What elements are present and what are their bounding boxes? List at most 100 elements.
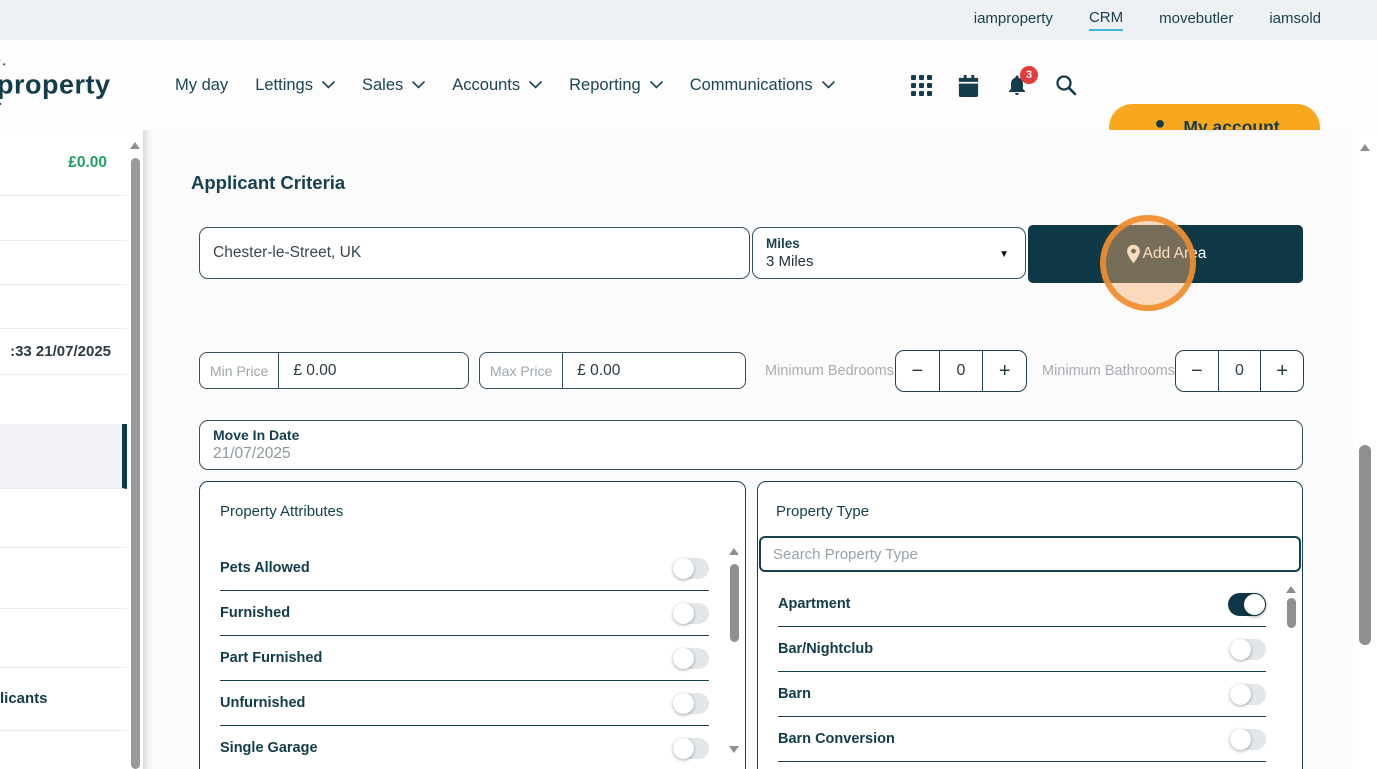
attribute-label: Pets Allowed xyxy=(220,560,310,576)
move-in-date-field[interactable]: Move In Date 21/07/2025 xyxy=(199,420,1303,470)
nav-item-communications[interactable]: Communications xyxy=(690,76,835,95)
sidebar-row[interactable] xyxy=(0,730,127,769)
chevron-down-icon xyxy=(529,81,542,89)
property-type-label: Bar/Nightclub xyxy=(778,641,874,657)
nav-item-label: Lettings xyxy=(255,75,313,94)
sidebar-row[interactable] xyxy=(0,240,127,285)
nav-item-my-day[interactable]: My day xyxy=(175,76,228,95)
map-pin-icon xyxy=(1125,244,1142,264)
scroll-up-arrow-icon[interactable] xyxy=(729,548,739,555)
property-type-row-bar-nightclub: Bar/Nightclub xyxy=(778,627,1266,672)
radius-select[interactable]: Miles 3 Miles ▼ xyxy=(752,227,1026,279)
product-link-movebutler[interactable]: movebutler xyxy=(1159,10,1233,30)
product-link-iamsold[interactable]: iamsold xyxy=(1269,10,1321,30)
primary-menu: My day Lettings Sales Accounts Reporting… xyxy=(175,40,835,130)
min-price-field[interactable]: Min Price £ 0.00 xyxy=(199,352,469,389)
property-type-row-barn: Barn xyxy=(778,672,1266,717)
property-type-row-barn-conversion: Barn Conversion xyxy=(778,717,1266,762)
notifications-bell-icon[interactable]: 3 xyxy=(1005,66,1038,97)
chevron-down-icon xyxy=(412,81,426,89)
balance-value: £0.00 xyxy=(68,153,107,171)
sidebar-timestamp-row[interactable]: :33 21/07/2025 xyxy=(0,328,127,375)
apps-grid-icon[interactable] xyxy=(911,74,932,96)
attributes-scroll-thumb[interactable] xyxy=(730,564,739,642)
decrement-button[interactable]: − xyxy=(1176,351,1218,391)
nav-item-sales[interactable]: Sales xyxy=(361,75,426,95)
increment-button[interactable]: + xyxy=(1261,351,1303,391)
attributes-scrollbar[interactable] xyxy=(727,548,741,760)
sidebar-row[interactable] xyxy=(0,284,127,329)
sidebar-applicants-row[interactable]: licants xyxy=(0,667,127,731)
toggle-switch[interactable] xyxy=(673,647,709,669)
toggle-switch[interactable] xyxy=(1230,728,1266,750)
radius-value: 3 Miles xyxy=(766,253,814,270)
attribute-row-single-garage: Single Garage xyxy=(220,726,709,769)
toggle-knob xyxy=(673,602,694,624)
sidebar-row[interactable] xyxy=(0,488,127,548)
scroll-down-arrow-icon[interactable] xyxy=(729,746,739,753)
product-link-iamproperty[interactable]: iamproperty xyxy=(974,10,1053,30)
nav-item-label: Accounts xyxy=(452,75,521,94)
toggle-knob xyxy=(673,737,694,759)
max-price-field[interactable]: Max Price £ 0.00 xyxy=(479,352,746,389)
decrement-button[interactable]: − xyxy=(896,351,939,391)
min-bedrooms-value: 0 xyxy=(938,351,984,391)
scroll-up-arrow-icon[interactable] xyxy=(130,142,140,149)
crm-screen: iamproperty CRM movebutler iamsold ··· p… xyxy=(0,0,1377,769)
page-scroll-thumb[interactable] xyxy=(1359,445,1371,645)
sidebar-row[interactable] xyxy=(0,195,127,241)
search-icon[interactable] xyxy=(1054,73,1078,97)
move-in-date-label: Move In Date xyxy=(213,427,300,443)
sidebar-row[interactable] xyxy=(0,547,127,609)
add-area-button[interactable]: Add Area xyxy=(1028,225,1303,283)
attribute-row-unfurnished: Unfurnished xyxy=(220,681,709,726)
property-type-panel: Property Type Apartment Bar/Nightclub Ba… xyxy=(757,481,1303,769)
max-price-label: Max Price xyxy=(480,353,564,388)
property-type-search-input[interactable] xyxy=(759,536,1301,572)
nav-item-lettings[interactable]: Lettings xyxy=(255,76,335,95)
timestamp-value: :33 21/07/2025 xyxy=(10,342,111,360)
location-input[interactable] xyxy=(199,227,750,279)
product-link-crm[interactable]: CRM xyxy=(1088,9,1124,31)
sidebar-row[interactable] xyxy=(0,608,127,668)
min-bedrooms-label: Minimum Bedrooms xyxy=(765,362,894,379)
calendar-icon[interactable] xyxy=(957,74,980,97)
toggle-switch[interactable] xyxy=(1228,592,1266,616)
toggle-knob xyxy=(1230,728,1251,750)
nav-item-label: Communications xyxy=(689,75,813,94)
property-attributes-title: Property Attributes xyxy=(220,503,344,520)
toggle-switch[interactable] xyxy=(673,692,709,714)
nav-item-label: Sales xyxy=(361,75,404,94)
page-scrollbar[interactable] xyxy=(1353,130,1377,769)
scroll-up-arrow-icon[interactable] xyxy=(1360,144,1370,151)
toggle-knob xyxy=(1230,683,1251,705)
increment-button[interactable]: + xyxy=(983,351,1026,391)
property-type-scroll-thumb[interactable] xyxy=(1287,598,1296,628)
sidebar-row[interactable] xyxy=(0,374,127,425)
radius-label: Miles xyxy=(766,236,800,251)
toggle-switch[interactable] xyxy=(673,602,709,624)
toggle-switch[interactable] xyxy=(673,737,709,759)
property-type-scrollbar[interactable] xyxy=(1284,586,1298,769)
min-bathrooms-value: 0 xyxy=(1217,351,1262,391)
toggle-switch[interactable] xyxy=(673,557,709,579)
move-in-date-value: 21/07/2025 xyxy=(213,445,291,462)
property-type-label: Barn xyxy=(778,686,812,702)
nav-utility-icons: 3 xyxy=(911,40,1078,130)
scroll-up-arrow-icon[interactable] xyxy=(1286,586,1296,593)
sidebar-balance-row[interactable]: £0.00 xyxy=(0,130,127,196)
chevron-down-icon xyxy=(322,81,335,89)
attribute-label: Single Garage xyxy=(220,740,318,756)
sidebar-scroll-thumb[interactable] xyxy=(131,158,140,769)
attribute-label: Unfurnished xyxy=(220,695,306,711)
max-price-value: £ 0.00 xyxy=(577,361,621,379)
toggle-switch[interactable] xyxy=(1230,683,1266,705)
nav-item-accounts[interactable]: Accounts xyxy=(452,76,542,95)
brand-logo[interactable]: ··· property ··· xyxy=(0,49,111,119)
sidebar-scrollbar[interactable] xyxy=(128,130,143,769)
sidebar-active-row[interactable] xyxy=(0,424,127,489)
nav-item-reporting[interactable]: Reporting xyxy=(569,76,663,95)
toggle-switch[interactable] xyxy=(1230,638,1266,660)
min-bathrooms-label: Minimum Bathrooms xyxy=(1042,362,1175,379)
toggle-knob xyxy=(673,692,694,714)
